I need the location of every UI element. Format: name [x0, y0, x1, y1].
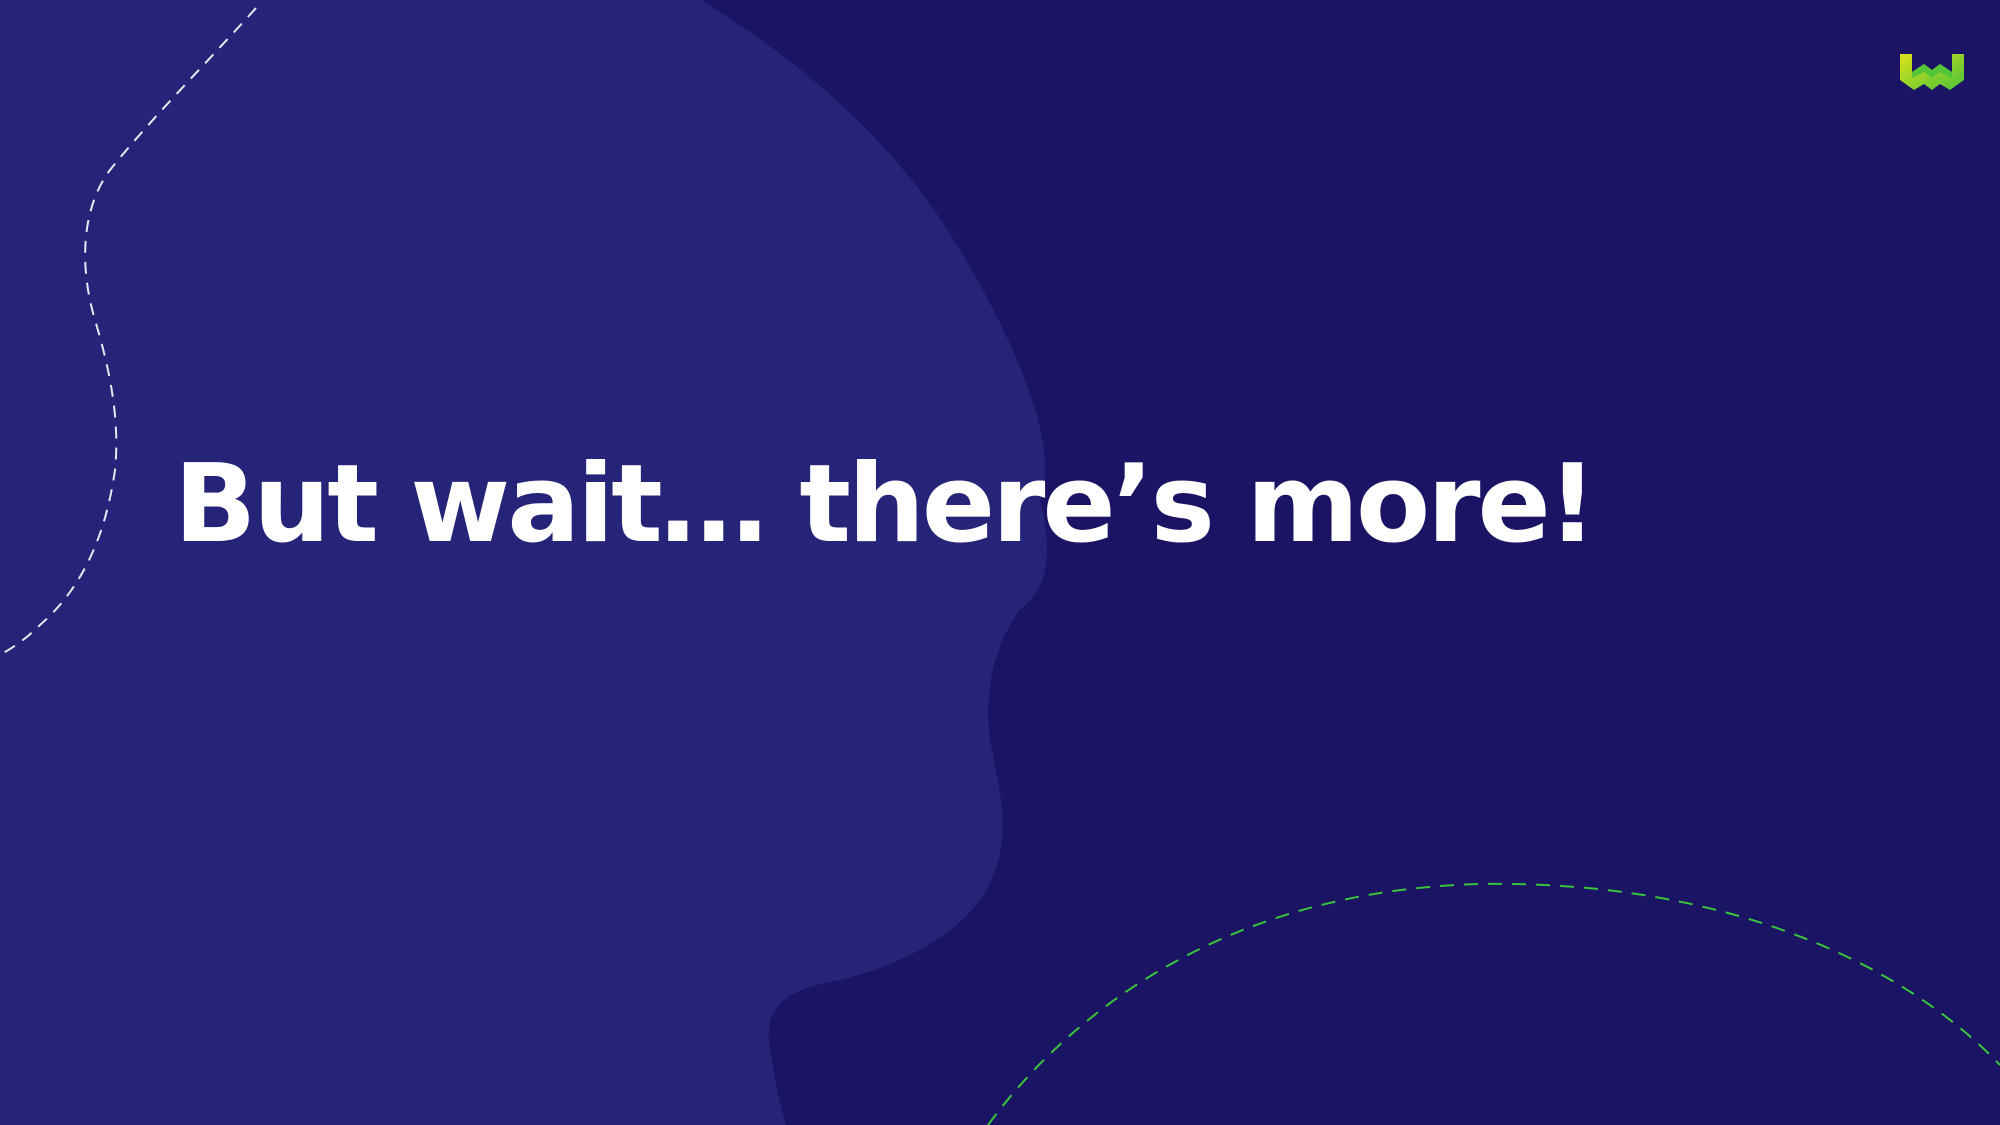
- dashed-arc-green: [987, 882, 2000, 1125]
- brand-w-logo-icon: [1900, 54, 1964, 90]
- slide: But wait… there’s more!: [0, 0, 2000, 1125]
- slide-headline: But wait… there’s more!: [174, 442, 1597, 567]
